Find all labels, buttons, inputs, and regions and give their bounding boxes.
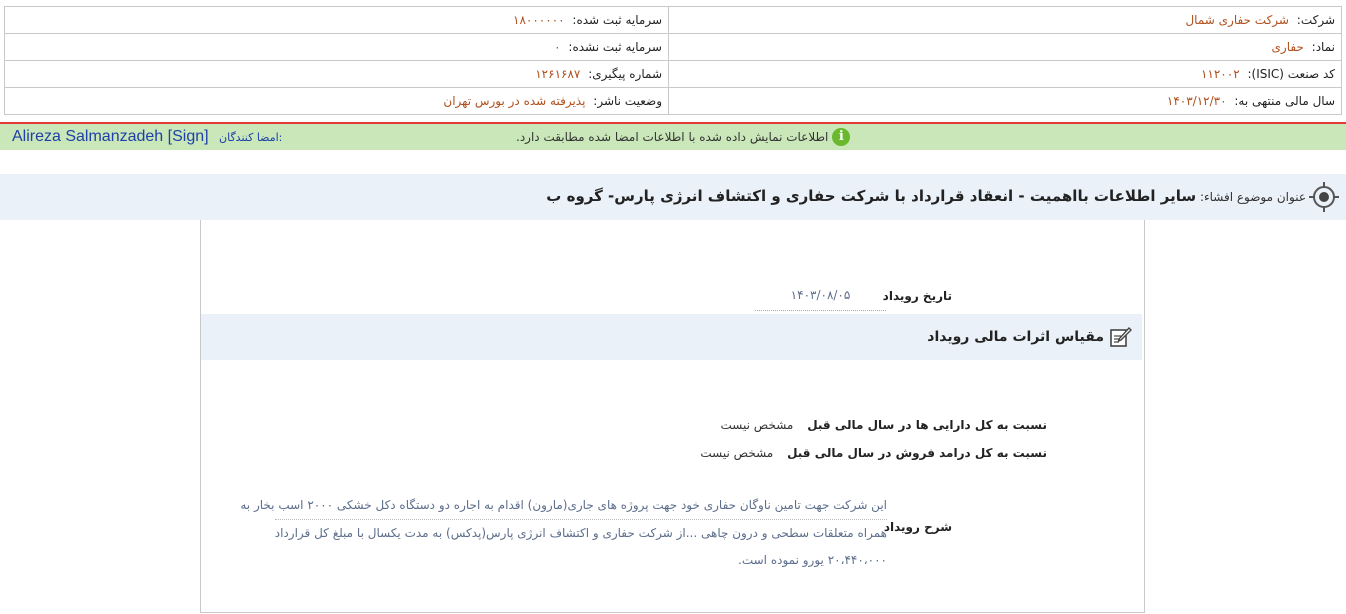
- revenue-ratio-row: نسبت به کل درامد فروش در سال مالی قبل مش…: [700, 446, 1047, 460]
- registered-capital-label: سرمایه ثبت شده:: [572, 13, 662, 27]
- description-line: این شرکت جهت تامین ناوگان حفاری خود جهت …: [240, 492, 887, 520]
- revenue-ratio-label: نسبت به کل درامد فروش در سال مالی قبل: [787, 446, 1047, 460]
- signature-notice: i اطلاعات نمایش داده شده با اطلاعات امضا…: [516, 124, 851, 150]
- event-date-value: ۱۴۰۳/۰۸/۰۵: [755, 280, 886, 311]
- event-date-label: تاریخ رویداد: [882, 289, 952, 303]
- unregistered-capital-label: سرمایه ثبت نشده:: [568, 40, 662, 54]
- assets-ratio-value: مشخص نیست: [720, 418, 794, 432]
- subject-title: سایر اطلاعات بااهمیت - انعقاد قرارداد با…: [546, 187, 1197, 205]
- tracking-label: شماره پیگیری:: [588, 67, 662, 81]
- subject-bar: عنوان موضوع افشاء: سایر اطلاعات بااهمیت …: [0, 174, 1346, 220]
- publisher-status-label: وضعیت ناشر:: [593, 94, 662, 108]
- target-icon: [1309, 182, 1339, 212]
- subject: عنوان موضوع افشاء: سایر اطلاعات بااهمیت …: [546, 174, 1306, 220]
- tracking-value: ۱۲۶۱۶۸۷: [535, 67, 581, 81]
- signature-bar: Alireza Salmanzadeh [Sign] امضا کنندگان:…: [0, 124, 1346, 150]
- symbol-cell: نماد: حفاری: [668, 33, 1342, 61]
- impact-title: مقیاس اثرات مالی رویداد: [927, 329, 1104, 345]
- signers-value[interactable]: Alireza Salmanzadeh [Sign]: [12, 128, 209, 145]
- company-value: شرکت حفاری شمال: [1185, 13, 1289, 27]
- symbol-label: نماد:: [1311, 40, 1335, 54]
- impact-header: مقیاس اثرات مالی رویداد: [201, 314, 1142, 360]
- subject-label: عنوان موضوع افشاء:: [1199, 190, 1306, 204]
- fiscal-year-cell: سال مالی منتهی به: ۱۴۰۳/۱۲/۳۰: [668, 87, 1342, 115]
- publisher-status-value: پذیرفته شده در بورس تهران: [443, 94, 586, 108]
- isic-label: کد صنعت (ISIC):: [1247, 67, 1335, 81]
- isic-value: ۱۱۲۰۰۲: [1200, 67, 1240, 81]
- description-line: همراه متعلقات سطحی و درون چاهی ...از شرک…: [274, 526, 887, 540]
- tracking-cell: شماره پیگیری: ۱۲۶۱۶۸۷: [4, 60, 669, 88]
- assets-ratio-label: نسبت به کل دارایی ها در سال مالی قبل: [807, 418, 1047, 432]
- event-panel: تاریخ رویداد ۱۴۰۳/۰۸/۰۵ مقیاس اثرات مالی…: [200, 220, 1145, 613]
- info-row: شرکت: شرکت حفاری شمال سرمایه ثبت شده: ۱۸…: [4, 6, 1342, 34]
- company-cell: شرکت: شرکت حفاری شمال: [668, 6, 1342, 34]
- fiscal-year-label: سال مالی منتهی به:: [1234, 94, 1335, 108]
- fiscal-year-value: ۱۴۰۳/۱۲/۳۰: [1166, 94, 1227, 108]
- company-label: شرکت:: [1296, 13, 1335, 27]
- info-row: نماد: حفاری سرمایه ثبت نشده: ۰: [4, 33, 1342, 61]
- symbol-value: حفاری: [1271, 40, 1304, 54]
- signers: Alireza Salmanzadeh [Sign] امضا کنندگان:: [12, 124, 282, 150]
- info-icon: i: [832, 128, 851, 146]
- publisher-status-cell: وضعیت ناشر: پذیرفته شده در بورس تهران: [4, 87, 669, 115]
- signature-notice-text: اطلاعات نمایش داده شده با اطلاعات امضا ش…: [516, 130, 829, 144]
- unregistered-capital-cell: سرمایه ثبت نشده: ۰: [4, 33, 669, 61]
- info-row: سال مالی منتهی به: ۱۴۰۳/۱۲/۳۰ وضعیت ناشر…: [4, 87, 1342, 115]
- company-info-table: شرکت: شرکت حفاری شمال سرمایه ثبت شده: ۱۸…: [4, 6, 1342, 115]
- isic-cell: کد صنعت (ISIC): ۱۱۲۰۰۲: [668, 60, 1342, 88]
- unregistered-capital-value: ۰: [554, 40, 561, 54]
- description-line: ۲۰،۴۴۰،۰۰۰ یورو نموده است.: [738, 553, 887, 567]
- registered-capital-cell: سرمایه ثبت شده: ۱۸۰۰۰۰۰۰: [4, 6, 669, 34]
- description-text: این شرکت جهت تامین ناوگان حفاری خود جهت …: [240, 492, 887, 574]
- revenue-ratio-value: مشخص نیست: [700, 446, 774, 460]
- signers-label: امضا کنندگان:: [219, 131, 283, 144]
- info-row: کد صنعت (ISIC): ۱۱۲۰۰۲ شماره پیگیری: ۱۲۶…: [4, 60, 1342, 88]
- description-label: شرح رویداد: [883, 520, 952, 534]
- assets-ratio-row: نسبت به کل دارایی ها در سال مالی قبل مشخ…: [721, 418, 1047, 432]
- registered-capital-value: ۱۸۰۰۰۰۰۰: [513, 13, 565, 27]
- edit-icon: [1110, 326, 1132, 347]
